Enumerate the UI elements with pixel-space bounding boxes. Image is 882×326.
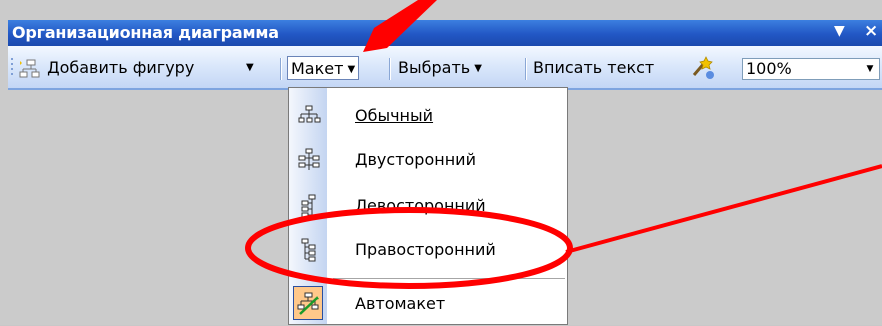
window-title-bar[interactable]: Организационная диаграмма ▼ ×	[8, 20, 882, 46]
menu-item-standard[interactable]: Обычный	[289, 94, 567, 138]
layout-label: Макет	[291, 59, 344, 78]
menu-item-both-hanging[interactable]: Двусторонний	[289, 138, 567, 182]
select-label: Выбрать	[398, 58, 471, 77]
menu-separator	[333, 278, 565, 279]
zoom-value: 100%	[746, 59, 792, 78]
toolbar-separator	[389, 58, 391, 80]
fit-text-label: Вписать текст	[533, 58, 655, 77]
window-title: Организационная диаграмма	[12, 23, 279, 42]
toolbar-separator	[525, 58, 527, 80]
menu-item-label: Правосторонний	[355, 240, 496, 259]
autolayout-icon	[297, 292, 319, 315]
org-left-hanging-icon	[301, 194, 316, 218]
chevron-down-icon[interactable]: ▼	[863, 60, 877, 78]
layout-menu-button[interactable]: Макет ▼	[287, 56, 360, 80]
add-shape-dropdown-icon[interactable]: ▼	[246, 56, 254, 80]
menu-item-label: Левосторонний	[355, 196, 486, 215]
chevron-down-icon: ▼	[474, 62, 482, 74]
close-button[interactable]: ×	[864, 21, 878, 41]
org-right-hanging-icon	[301, 238, 316, 262]
toolbar-grip-icon[interactable]	[10, 56, 16, 80]
add-shape-label: Добавить фигуру	[47, 58, 195, 77]
select-menu-button[interactable]: Выбрать ▼	[398, 56, 482, 80]
toolbar-options-button[interactable]: ▼	[834, 23, 845, 39]
menu-item-label: Двусторонний	[355, 150, 476, 169]
chevron-down-icon: ▼	[347, 63, 356, 75]
menu-item-label: Автомакет	[355, 294, 446, 313]
menu-item-autolayout[interactable]: Автомакет	[289, 282, 567, 326]
zoom-combobox[interactable]: 100% ▼	[742, 58, 880, 80]
org-both-hanging-icon	[298, 148, 320, 170]
menu-item-label: Обычный	[355, 106, 434, 125]
layout-dropdown-menu: Обычный Двусторонний Левосторонний Право…	[288, 87, 568, 325]
org-chart-toolbar: Добавить фигуру ▼ Макет ▼ Выбрать ▼ Вписат…	[8, 46, 882, 90]
menu-item-left-hanging[interactable]: Левосторонний	[289, 184, 567, 228]
fit-text-button[interactable]: Вписать текст	[533, 56, 654, 80]
toolbar-separator	[280, 58, 282, 80]
insert-shape-icon	[19, 59, 40, 77]
menu-item-right-hanging[interactable]: Правосторонний	[289, 228, 567, 272]
add-shape-button[interactable]: Добавить фигуру	[18, 56, 194, 80]
org-standard-icon	[298, 105, 321, 123]
zoom-magic-icon[interactable]	[688, 55, 718, 81]
